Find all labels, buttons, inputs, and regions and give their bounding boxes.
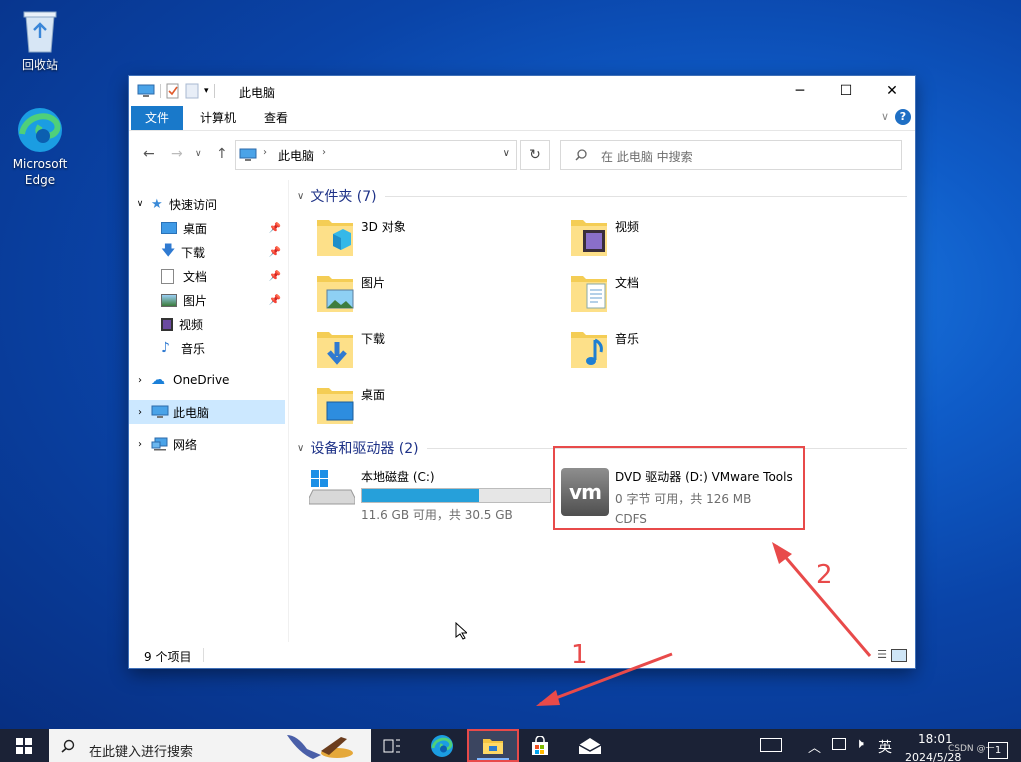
desktop: 回收站 Microsoft Edge ▾ 此电脑 ─ ☐ ✕ 文件 计算机 查看…: [0, 0, 1021, 729]
search-icon: [61, 739, 75, 753]
task-view-icon: [383, 739, 400, 752]
start-button[interactable]: [0, 729, 48, 762]
search-highlight-illustration-icon: [287, 735, 353, 759]
network-status-icon[interactable]: [832, 738, 846, 750]
taskbar-search-box[interactable]: 在此键入进行搜索: [49, 729, 371, 762]
taskbar-search-placeholder: 在此键入进行搜索: [89, 745, 194, 760]
taskbar: 在此键入进行搜索 ︿ 🕨 英 18:01 2024/5/28 CSDN @一 1: [0, 729, 1021, 762]
active-indicator: [477, 758, 509, 760]
task-view-button[interactable]: [368, 729, 416, 762]
taskbar-explorer-button[interactable]: [467, 729, 519, 762]
file-explorer-icon: [483, 738, 503, 754]
touch-keyboard-icon[interactable]: [760, 738, 782, 752]
taskbar-edge-button[interactable]: [418, 729, 466, 762]
input-method-indicator[interactable]: 英: [878, 737, 892, 757]
store-bag-icon: [532, 735, 548, 755]
annotation-label-1: 1: [571, 640, 588, 670]
annotation-arrows: [536, 542, 872, 706]
edge-icon: [431, 734, 453, 757]
taskbar-mail-button[interactable]: [566, 729, 614, 762]
windows-logo-icon: [16, 737, 32, 754]
notification-center-icon[interactable]: 1: [988, 742, 1008, 759]
taskbar-store-button[interactable]: [516, 729, 564, 762]
annotation-label-2: 2: [816, 560, 833, 590]
mail-icon: [578, 737, 602, 754]
show-hidden-icons-chevron-icon[interactable]: ︿: [808, 737, 821, 756]
annotation-arrowhead-1: [536, 690, 560, 706]
annotation-arrow-1: [539, 652, 673, 706]
volume-icon[interactable]: 🕨: [855, 736, 864, 752]
